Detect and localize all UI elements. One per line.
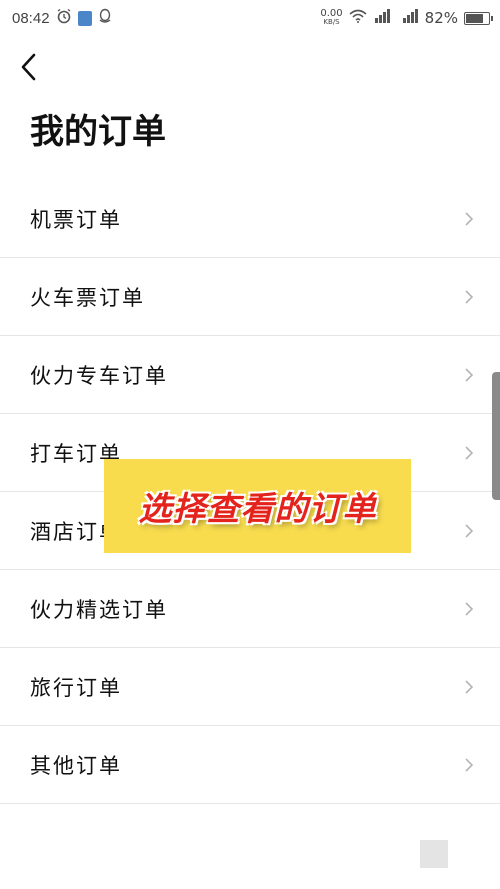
chevron-right-icon: [465, 601, 474, 616]
order-item[interactable]: 火车票订单: [0, 258, 500, 336]
chevron-right-icon: [465, 523, 474, 538]
order-item[interactable]: 伙力精选订单: [0, 570, 500, 648]
order-item-label: 火车票订单: [30, 285, 145, 310]
order-item[interactable]: 旅行订单: [0, 648, 500, 726]
network-speed: 0.00 KB/S: [320, 9, 342, 27]
battery-percent: 82%: [424, 9, 458, 27]
battery-icon: [464, 11, 493, 25]
status-right: 0.00 KB/S 82%: [320, 9, 493, 27]
overlay-text: 选择查看的订单: [138, 489, 377, 528]
order-item-label: 伙力专车订单: [30, 363, 168, 388]
chevron-right-icon: [465, 445, 474, 460]
network-speed-value: 0.00: [320, 8, 343, 19]
alarm-icon: [56, 8, 72, 28]
battery-fill: [466, 13, 484, 23]
side-scroll-handle[interactable]: [492, 372, 500, 500]
order-item-label: 伙力精选订单: [30, 597, 168, 622]
order-item[interactable]: 伙力专车订单: [0, 336, 500, 414]
chevron-left-icon: [21, 53, 36, 81]
back-button[interactable]: [12, 50, 44, 84]
order-item-label: 旅行订单: [30, 675, 122, 700]
order-item-label: 机票订单: [30, 207, 122, 232]
signal-icon: [373, 9, 391, 27]
status-left: 08:42: [12, 8, 112, 28]
network-speed-unit: KB/S: [323, 18, 340, 26]
order-item[interactable]: 其他订单: [0, 726, 500, 804]
chevron-right-icon: [465, 679, 474, 694]
shield-icon: [77, 10, 92, 26]
status-time: 08:42: [12, 9, 50, 27]
order-item[interactable]: 机票订单: [0, 180, 500, 258]
wifi-icon: [349, 9, 367, 27]
chevron-right-icon: [465, 757, 474, 772]
chevron-right-icon: [465, 289, 474, 304]
page-title: 我的订单: [30, 112, 166, 152]
chevron-right-icon: [465, 367, 474, 382]
overlay-banner: 选择查看的订单: [104, 459, 411, 553]
order-item-label: 其他订单: [30, 753, 122, 778]
status-bar: 08:42 0.00 KB/S 82%: [0, 0, 500, 36]
floating-square[interactable]: [420, 840, 448, 868]
qq-icon: [98, 8, 112, 28]
chevron-right-icon: [465, 211, 474, 226]
4g-signal-icon: [397, 9, 419, 27]
